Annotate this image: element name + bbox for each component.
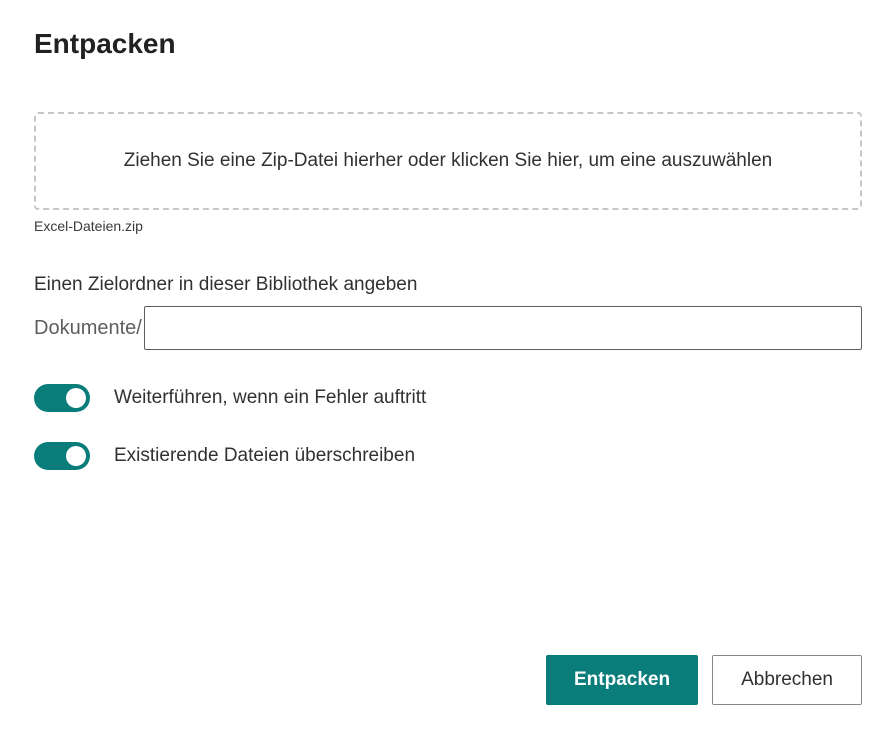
destination-input[interactable] <box>144 306 862 350</box>
cancel-button[interactable]: Abbrechen <box>712 655 862 705</box>
unpack-button[interactable]: Entpacken <box>546 655 698 705</box>
overwrite-existing-label: Existierende Dateien überschreiben <box>114 445 415 467</box>
toggle-row-continue-on-error: Weiterführen, wenn ein Fehler auftritt <box>34 384 862 412</box>
toggle-row-overwrite-existing: Existierende Dateien überschreiben <box>34 442 862 470</box>
destination-row: Dokumente/ <box>34 306 862 350</box>
destination-prefix: Dokumente/ <box>34 317 142 340</box>
overwrite-existing-toggle[interactable] <box>34 442 90 470</box>
page-title: Entpacken <box>34 28 862 60</box>
selected-filename: Excel-Dateien.zip <box>34 218 862 234</box>
toggle-knob <box>66 388 86 408</box>
dropzone-text: Ziehen Sie eine Zip-Datei hierher oder k… <box>124 150 772 171</box>
dialog-buttons: Entpacken Abbrechen <box>546 655 862 705</box>
toggle-knob <box>66 446 86 466</box>
file-dropzone[interactable]: Ziehen Sie eine Zip-Datei hierher oder k… <box>34 112 862 210</box>
destination-label: Einen Zielordner in dieser Bibliothek an… <box>34 274 862 296</box>
continue-on-error-label: Weiterführen, wenn ein Fehler auftritt <box>114 387 426 409</box>
continue-on-error-toggle[interactable] <box>34 384 90 412</box>
